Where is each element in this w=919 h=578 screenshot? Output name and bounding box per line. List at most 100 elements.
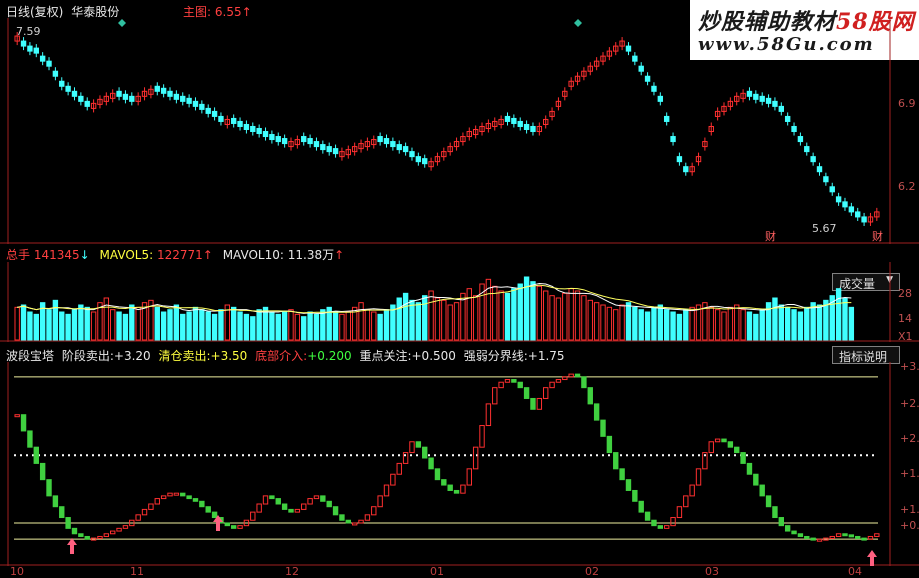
tower-bar bbox=[224, 522, 231, 527]
bottom-value: +0.200 bbox=[307, 349, 352, 363]
volume-bar bbox=[472, 295, 479, 341]
tower-bar bbox=[281, 503, 288, 510]
tower-bar bbox=[199, 500, 205, 508]
volume-bar bbox=[332, 311, 339, 341]
tower-bar bbox=[670, 517, 676, 527]
tower-bar bbox=[377, 495, 383, 508]
candle-body bbox=[644, 75, 651, 82]
price-chart[interactable] bbox=[0, 18, 919, 244]
candle-body bbox=[517, 120, 523, 127]
volume-bar bbox=[59, 311, 65, 341]
tower-bar bbox=[855, 535, 861, 539]
volume-bar bbox=[275, 313, 281, 341]
tower-bar bbox=[434, 468, 441, 481]
tower-bar bbox=[415, 441, 422, 448]
volume-bar bbox=[345, 311, 352, 341]
tower-bar bbox=[683, 495, 689, 508]
candle-body bbox=[861, 216, 867, 223]
volume-bar bbox=[606, 306, 613, 341]
volume-bar bbox=[708, 306, 714, 341]
candle-body bbox=[211, 110, 218, 117]
candle-body bbox=[237, 120, 243, 127]
tower-bar bbox=[734, 446, 740, 454]
candle-body bbox=[511, 117, 517, 124]
tower-bar bbox=[453, 489, 460, 494]
tower-bar bbox=[842, 533, 848, 537]
volume-bar bbox=[504, 292, 511, 341]
volume-bar bbox=[27, 311, 33, 341]
volume-bar bbox=[78, 304, 84, 341]
tower-bar bbox=[301, 503, 307, 510]
tower-bar bbox=[695, 468, 702, 486]
tower-bar bbox=[651, 519, 657, 527]
volume-bar bbox=[517, 283, 523, 341]
tower-bar bbox=[498, 381, 504, 389]
tower-bar bbox=[428, 457, 434, 470]
candle-body bbox=[409, 151, 415, 158]
tower-bar bbox=[727, 441, 734, 448]
volume-bar bbox=[364, 309, 371, 341]
tower-bar bbox=[479, 425, 485, 448]
time-axis-tick: 10 bbox=[10, 565, 24, 578]
chart-mode[interactable]: 日线(复权) bbox=[6, 5, 63, 19]
candle-body bbox=[772, 100, 778, 107]
candle-body bbox=[835, 196, 842, 203]
volume-bar bbox=[804, 306, 810, 341]
tower-bar bbox=[676, 506, 683, 519]
strength-value: +1.75 bbox=[527, 349, 565, 363]
tower-bar bbox=[530, 397, 536, 410]
tower-bar bbox=[103, 533, 110, 537]
tower-bar bbox=[71, 527, 78, 535]
tower-bar bbox=[460, 484, 466, 494]
tower-bar bbox=[619, 468, 625, 481]
volume-bar bbox=[530, 281, 536, 341]
volume-bar bbox=[230, 306, 237, 341]
tower-bar bbox=[313, 495, 320, 500]
volume-bar bbox=[587, 299, 593, 341]
sell-label: 阶段卖出: bbox=[61, 349, 114, 363]
volume-bar bbox=[683, 309, 689, 341]
tower-bar bbox=[154, 498, 160, 505]
volume-bar bbox=[167, 309, 173, 341]
volume-axis-tick: 14 bbox=[898, 312, 912, 325]
tower-bar bbox=[555, 379, 562, 383]
tower-bar bbox=[422, 446, 428, 459]
tower-bar bbox=[511, 379, 517, 383]
volume-bar bbox=[402, 292, 409, 341]
candle-body bbox=[59, 80, 65, 87]
candle-body bbox=[39, 55, 46, 62]
signal-diamond-icon bbox=[574, 19, 582, 27]
tower-bar bbox=[250, 511, 256, 521]
candle-body bbox=[797, 136, 804, 143]
volume-bar bbox=[14, 306, 20, 341]
candle-body bbox=[683, 166, 689, 173]
financial-report-mark-2[interactable]: 财 bbox=[872, 228, 883, 244]
volume-bar bbox=[689, 306, 695, 341]
volume-bar bbox=[434, 297, 441, 341]
tower-bar bbox=[835, 533, 842, 537]
volume-bar bbox=[90, 311, 97, 341]
tower-bar bbox=[135, 514, 141, 521]
tower-bar bbox=[816, 538, 823, 542]
candle-body bbox=[332, 148, 339, 155]
financial-report-mark[interactable]: 财 bbox=[765, 228, 776, 244]
tower-indicator-chart[interactable] bbox=[0, 362, 919, 566]
candle-body bbox=[65, 85, 71, 92]
candle-body bbox=[27, 45, 33, 52]
clear-label: 清仓卖出: bbox=[158, 349, 211, 363]
tower-bar bbox=[402, 452, 409, 464]
candle-body bbox=[396, 144, 402, 151]
tower-bar bbox=[262, 495, 269, 505]
volume-bar bbox=[192, 306, 199, 341]
volume-bar bbox=[46, 309, 52, 341]
volume-bar bbox=[542, 290, 549, 341]
tower-bar bbox=[122, 525, 129, 529]
focus-label: 重点关注: bbox=[359, 349, 412, 363]
candle-body bbox=[523, 123, 530, 131]
tower-bar bbox=[109, 530, 116, 535]
volume-bar bbox=[574, 290, 581, 341]
candle-body bbox=[173, 93, 180, 100]
volume-bar bbox=[129, 304, 135, 341]
volume-chart[interactable] bbox=[0, 262, 919, 342]
tower-bar bbox=[663, 525, 670, 529]
